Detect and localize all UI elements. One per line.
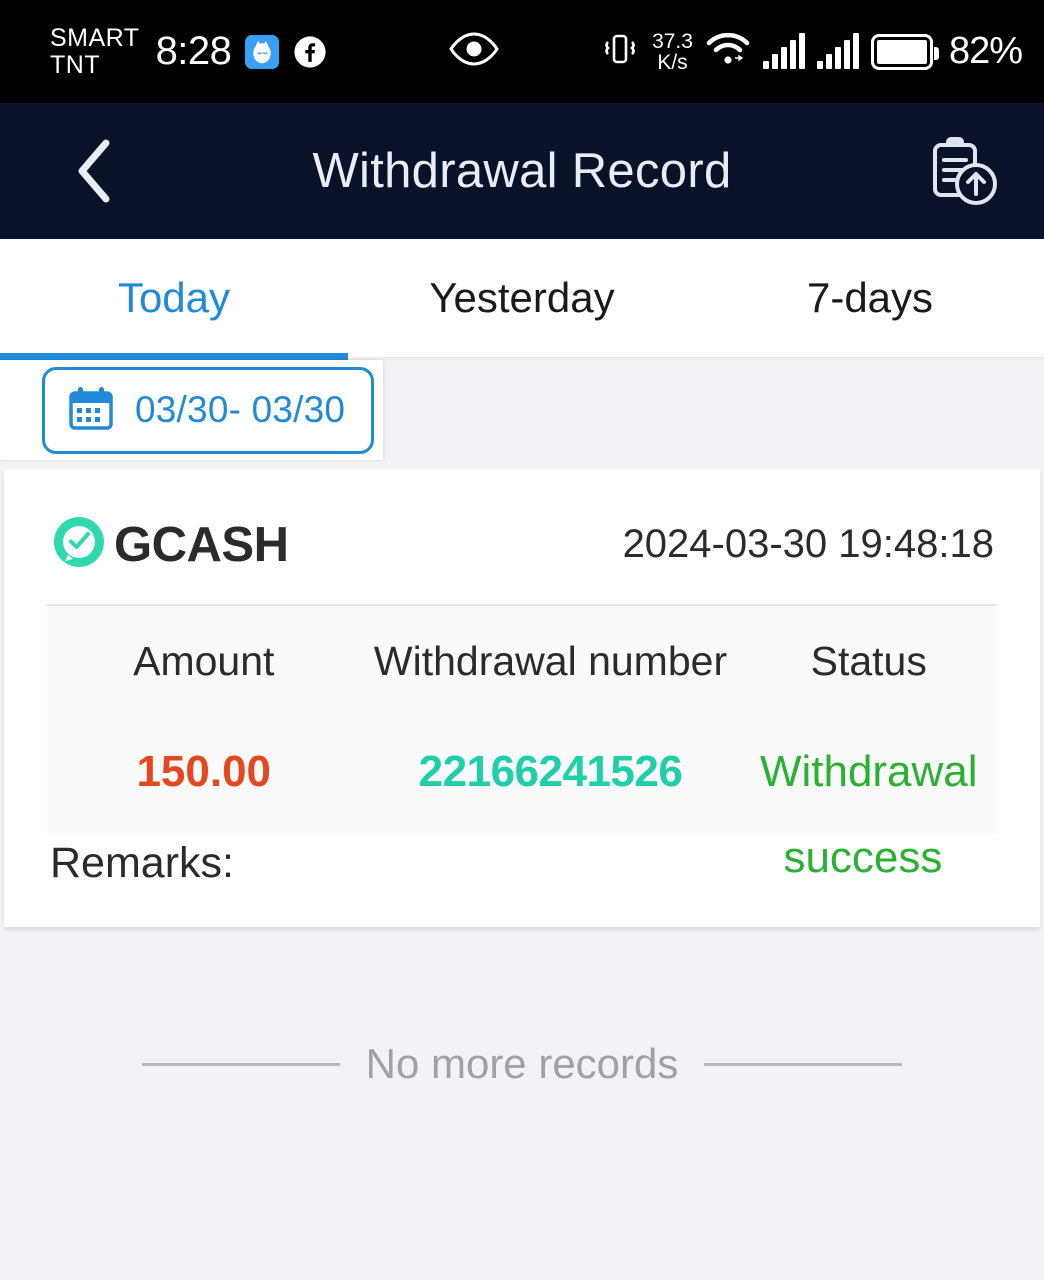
payment-channel-name: GCASH: [114, 517, 289, 572]
column-header-amount: Amount: [133, 638, 275, 684]
column-header-withdrawal-number: Withdrawal number: [373, 638, 728, 684]
wifi-icon: [705, 30, 751, 73]
gcash-logo-icon: [50, 513, 108, 576]
table-row: 150.00 22166241526 Withdrawal: [47, 715, 997, 833]
back-button[interactable]: [60, 136, 130, 206]
divider-right: [704, 1062, 903, 1066]
battery-icon: [870, 33, 939, 70]
status-bar-center: [327, 31, 600, 72]
page-title: Withdrawal Record: [312, 144, 732, 198]
cell-status: Withdrawal: [759, 747, 978, 796]
column-header-status: Status: [810, 638, 927, 684]
cell-status-continued: success: [783, 833, 943, 883]
tab-yesterday[interactable]: Yesterday: [348, 239, 696, 357]
tab-7-days[interactable]: 7-days: [696, 239, 1044, 357]
record-card-header: GCASH 2024-03-30 19:48:18: [4, 469, 1040, 604]
export-record-button[interactable]: [918, 128, 1004, 214]
filter-bar: 03/30- 03/30: [0, 360, 1044, 460]
signal-bars-icon: [762, 32, 805, 69]
cell-amount: 150.00: [136, 747, 272, 797]
payment-channel: GCASH: [50, 513, 289, 576]
table-header-row: Amount Withdrawal number Status: [47, 606, 997, 715]
clipboard-upload-icon: [933, 137, 997, 205]
network-speed-label: 37.3 K/s: [652, 29, 693, 74]
tab-7-days-label: 7-days: [806, 274, 934, 321]
cell-withdrawal-number: 22166241526: [418, 747, 683, 797]
tab-yesterday-label: Yesterday: [429, 274, 615, 321]
app-root: SMART TNT 8:28 37.3 K/s 82% Withdrawal R…: [0, 0, 1044, 1280]
record-table: Amount Withdrawal number Status 150.00 2…: [47, 604, 997, 834]
calendar-icon: [67, 384, 115, 437]
carrier-label: SMART TNT: [50, 23, 140, 79]
chat-app-icon: [245, 34, 280, 69]
remarks-row: Remarks: success: [4, 833, 1040, 926]
period-tabs: Today Yesterday 7-days: [0, 239, 1044, 360]
no-more-records-label: No more records: [365, 1040, 679, 1088]
withdrawal-record-card[interactable]: GCASH 2024-03-30 19:48:18 Amount Withdra…: [4, 469, 1040, 928]
status-bar-left: SMART TNT 8:28: [50, 23, 327, 79]
tab-today[interactable]: Today: [0, 239, 348, 360]
tab-today-label: Today: [117, 274, 231, 321]
status-bar-right: 37.3 K/s 82%: [600, 29, 1023, 74]
clock-label: 8:28: [155, 29, 232, 73]
records-scroll-area[interactable]: GCASH 2024-03-30 19:48:18 Amount Withdra…: [0, 460, 1044, 1280]
record-timestamp: 2024-03-30 19:48:18: [622, 522, 994, 566]
page-header: Withdrawal Record: [0, 103, 1044, 239]
signal-bars-icon: [816, 32, 859, 69]
status-bar: SMART TNT 8:28 37.3 K/s 82%: [0, 0, 1044, 103]
filter-panel: 03/30- 03/30: [0, 360, 383, 460]
chevron-left-icon: [78, 139, 110, 203]
battery-percent-label: 82%: [948, 30, 1023, 72]
date-range-picker[interactable]: 03/30- 03/30: [42, 366, 375, 454]
date-range-label: 03/30- 03/30: [135, 389, 346, 430]
divider-left: [141, 1062, 340, 1066]
facebook-icon: [293, 35, 327, 69]
vibrate-icon: [600, 29, 640, 74]
no-more-records: No more records: [0, 1040, 1044, 1088]
remarks-label: Remarks:: [50, 839, 234, 888]
eye-icon: [448, 31, 500, 72]
